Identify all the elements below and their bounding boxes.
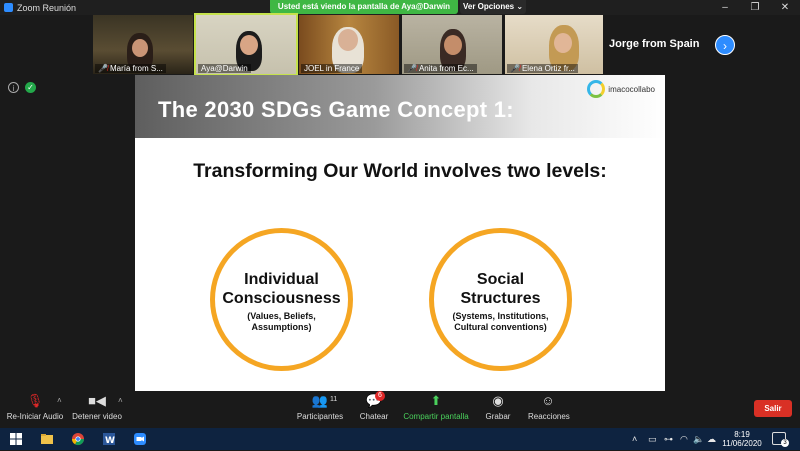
zoom-app-icon bbox=[4, 3, 13, 12]
close-button[interactable]: ✕ bbox=[770, 0, 800, 15]
participants-count: 11 bbox=[330, 396, 338, 403]
share-screen-icon: ⬆ bbox=[430, 393, 442, 408]
minimize-button[interactable]: – bbox=[710, 0, 740, 15]
screen-share-banner: Usted está viendo la pantalla de Aya@Dar… bbox=[270, 0, 458, 14]
social-structures-circle: Social Structures (Systems, Institutions… bbox=[429, 228, 572, 371]
taskbar-clock[interactable]: 8:19 11/06/2020 bbox=[718, 430, 766, 448]
chrome-icon[interactable] bbox=[71, 432, 85, 446]
clock-date: 11/06/2020 bbox=[722, 439, 762, 448]
leave-meeting-button[interactable]: Salir bbox=[754, 400, 792, 417]
muted-mic-icon: 🎤̸ bbox=[510, 64, 520, 73]
battery-icon[interactable]: ▭ bbox=[648, 428, 657, 450]
meeting-toolbar: 🎙 Re-Iniciar Audio ˄ ■◀ Detener video ˄ … bbox=[0, 391, 800, 428]
windows-taskbar: W ˄ ▭ ⊶ ◠ 🔈 ☁ 8:19 11/06/2020 3 bbox=[0, 428, 800, 450]
next-page-button[interactable]: › bbox=[715, 35, 735, 55]
usb-icon[interactable]: ⊶ bbox=[664, 428, 673, 450]
logo-text: imacocollabo bbox=[608, 84, 655, 94]
featured-participant-name[interactable]: Jorge from Spain bbox=[603, 15, 713, 74]
show-hidden-icons-icon[interactable]: ˄ bbox=[632, 428, 637, 450]
slide-title: The 2030 SDGs Game Concept 1: bbox=[158, 97, 514, 122]
participant-name: 🎤̸ Elena Ortiz fr... bbox=[507, 64, 578, 73]
info-icon[interactable]: i bbox=[8, 82, 19, 93]
circle-title-line1: Individual bbox=[244, 271, 319, 288]
circle-title-line2: Consciousness bbox=[222, 290, 341, 307]
circle-detail-line1: (Values, Beliefs, bbox=[247, 311, 316, 321]
audio-button[interactable]: 🎙 Re-Iniciar Audio bbox=[6, 392, 64, 421]
window-controls: – ❐ ✕ bbox=[710, 0, 800, 15]
svg-text:W: W bbox=[105, 436, 115, 446]
chat-button[interactable]: 💬 Chatear bbox=[357, 392, 391, 421]
share-screen-button[interactable]: ⬆ Compartir pantalla bbox=[402, 392, 470, 421]
zoom-window: Zoom Reunión – ❐ ✕ Usted está viendo la … bbox=[0, 0, 800, 428]
participant-name: JOEL in France bbox=[301, 64, 363, 73]
imacocollabo-logo: imacocollabo bbox=[587, 80, 655, 98]
shared-screen-slide: The 2030 SDGs Game Concept 1: imacocolla… bbox=[135, 75, 665, 391]
circle-detail-line2: Assumptions) bbox=[251, 322, 312, 332]
record-button[interactable]: ◉ Grabar bbox=[484, 392, 512, 421]
circle-detail-line2: Cultural conventions) bbox=[454, 322, 547, 332]
notifications-icon[interactable]: 3 bbox=[772, 432, 789, 447]
muted-mic-icon: 🎤̸ bbox=[98, 64, 108, 73]
chat-bubble-icon: 💬 bbox=[365, 393, 383, 408]
video-button[interactable]: ■◀ Detener video bbox=[70, 392, 124, 421]
reactions-button[interactable]: ☺ Reacciones bbox=[528, 392, 570, 421]
notifications-count: 3 bbox=[781, 439, 789, 447]
muted-mic-icon: 🎤̸ bbox=[407, 64, 417, 73]
participant-tile[interactable]: 🎤̸ María from S... bbox=[93, 15, 193, 74]
zoom-taskbar-icon[interactable] bbox=[133, 432, 147, 446]
participant-name: 🎤̸ Anita from Ec... bbox=[404, 64, 477, 73]
video-options-caret[interactable]: ˄ bbox=[118, 396, 123, 405]
participant-tile-active[interactable]: Aya@Darwin bbox=[194, 13, 298, 76]
wifi-icon[interactable]: ◠ bbox=[680, 428, 688, 450]
participant-tile[interactable]: JOEL in France bbox=[299, 15, 399, 74]
participant-name: 🎤̸ María from S... bbox=[95, 64, 166, 73]
participant-name: Aya@Darwin bbox=[198, 64, 251, 73]
circle-title-line1: Social bbox=[476, 271, 525, 288]
participant-tile[interactable]: 🎤̸ Elena Ortiz fr... bbox=[505, 15, 605, 74]
shield-icon[interactable]: ✓ bbox=[25, 82, 36, 93]
volume-icon[interactable]: 🔈 bbox=[693, 428, 704, 450]
slide-subheading: Transforming Our World involves two leve… bbox=[193, 160, 607, 182]
word-icon[interactable]: W bbox=[102, 432, 116, 446]
circle-title-line2: Structures bbox=[460, 290, 541, 307]
participant-tile[interactable]: 🎤̸ Anita from Ec... bbox=[402, 15, 502, 74]
chevron-right-icon: › bbox=[723, 39, 727, 53]
windows-start-icon[interactable] bbox=[9, 432, 23, 446]
smiley-icon: ☺ bbox=[541, 393, 555, 408]
meeting-info-icons: i ✓ bbox=[8, 82, 36, 93]
logo-mark-icon bbox=[587, 80, 606, 98]
cloud-icon[interactable]: ☁ bbox=[707, 428, 716, 450]
audio-options-caret[interactable]: ˄ bbox=[57, 396, 62, 405]
file-explorer-icon[interactable] bbox=[40, 432, 54, 446]
chat-unread-badge: 6 bbox=[375, 391, 385, 401]
record-icon: ◉ bbox=[492, 393, 504, 408]
video-camera-icon: ■◀ bbox=[88, 393, 106, 408]
view-options-button[interactable]: Ver Opciones ⌄ bbox=[460, 0, 526, 14]
clock-time: 8:19 bbox=[734, 430, 750, 439]
muted-mic-icon: 🎙 bbox=[26, 393, 44, 408]
maximize-button[interactable]: ❐ bbox=[740, 0, 770, 15]
individual-consciousness-circle: Individual Consciousness (Values, Belief… bbox=[210, 228, 353, 371]
window-title: Zoom Reunión bbox=[17, 2, 77, 13]
circle-detail-line1: (Systems, Institutions, bbox=[452, 311, 549, 321]
